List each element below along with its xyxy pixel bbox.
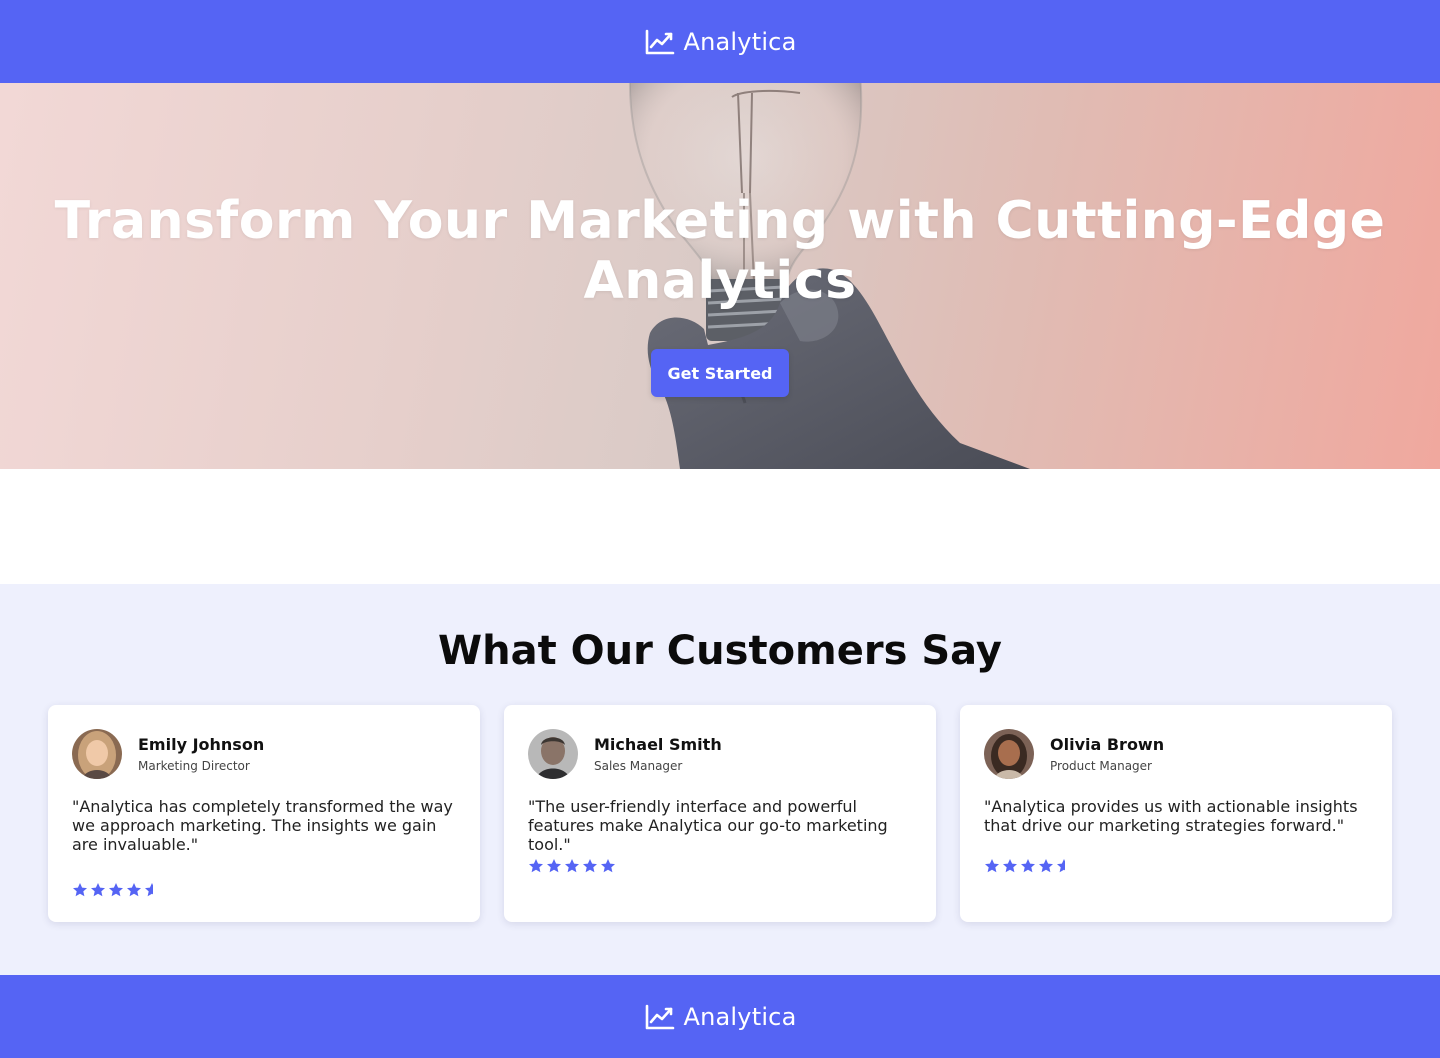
reviewer-name: Olivia Brown xyxy=(1050,735,1165,754)
testimonial-header: Michael Smith Sales Manager xyxy=(528,729,722,779)
star-icon xyxy=(73,883,87,897)
brand-name: Analytica xyxy=(683,27,797,56)
site-footer: Analytica xyxy=(0,975,1440,1058)
brand-logo[interactable]: Analytica xyxy=(644,28,797,56)
line-chart-icon xyxy=(644,28,676,56)
reviewer-info: Olivia Brown Product Manager xyxy=(1050,735,1164,773)
star-icon xyxy=(583,859,597,873)
star-rating xyxy=(528,858,616,874)
site-header: Analytica xyxy=(0,0,1440,83)
star-icon xyxy=(1039,859,1053,873)
star-icon xyxy=(529,859,543,873)
testimonial-card: Michael Smith Sales Manager "The user-fr… xyxy=(504,705,936,922)
section-title: What Our Customers Say xyxy=(438,628,1002,674)
get-started-button[interactable]: Get Started xyxy=(651,349,789,397)
testimonial-card: Olivia Brown Product Manager "Analytica … xyxy=(960,705,1392,922)
testimonial-quote: "The user-friendly interface and powerfu… xyxy=(528,797,888,854)
reviewer-role: Product Manager xyxy=(1050,759,1152,773)
star-icon xyxy=(985,859,999,873)
testimonials-section: What Our Customers Say Emily Johnson Mar… xyxy=(0,584,1440,975)
hero-section: Transform Your Marketing with Cutting-Ed… xyxy=(0,83,1440,469)
avatar xyxy=(72,729,122,779)
star-icon xyxy=(601,859,615,873)
star-rating xyxy=(984,858,1072,874)
brand-logo[interactable]: Analytica xyxy=(644,1003,797,1031)
star-half-icon xyxy=(1057,859,1065,873)
star-icon xyxy=(547,859,561,873)
avatar xyxy=(984,729,1034,779)
testimonial-card: Emily Johnson Marketing Director "Analyt… xyxy=(48,705,480,922)
brand-name: Analytica xyxy=(683,1002,797,1031)
avatar xyxy=(528,729,578,779)
reviewer-role: Sales Manager xyxy=(594,759,683,773)
hero-title: Transform Your Marketing with Cutting-Ed… xyxy=(54,191,1386,311)
star-rating xyxy=(72,882,160,898)
star-icon xyxy=(91,883,105,897)
reviewer-role: Marketing Director xyxy=(138,759,250,773)
testimonial-quote: "Analytica provides us with actionable i… xyxy=(984,797,1358,835)
star-icon xyxy=(565,859,579,873)
star-icon xyxy=(1003,859,1017,873)
testimonial-header: Emily Johnson Marketing Director xyxy=(72,729,264,779)
reviewer-name: Emily Johnson xyxy=(138,735,265,754)
reviewer-name: Michael Smith xyxy=(594,735,722,754)
reviewer-info: Michael Smith Sales Manager xyxy=(594,735,722,773)
testimonial-header: Olivia Brown Product Manager xyxy=(984,729,1164,779)
star-icon xyxy=(1021,859,1035,873)
testimonial-quote: "Analytica has completely transformed th… xyxy=(72,797,453,854)
star-icon xyxy=(127,883,141,897)
reviewer-info: Emily Johnson Marketing Director xyxy=(138,735,264,773)
star-half-icon xyxy=(145,883,153,897)
star-icon xyxy=(109,883,123,897)
line-chart-icon xyxy=(644,1003,676,1031)
